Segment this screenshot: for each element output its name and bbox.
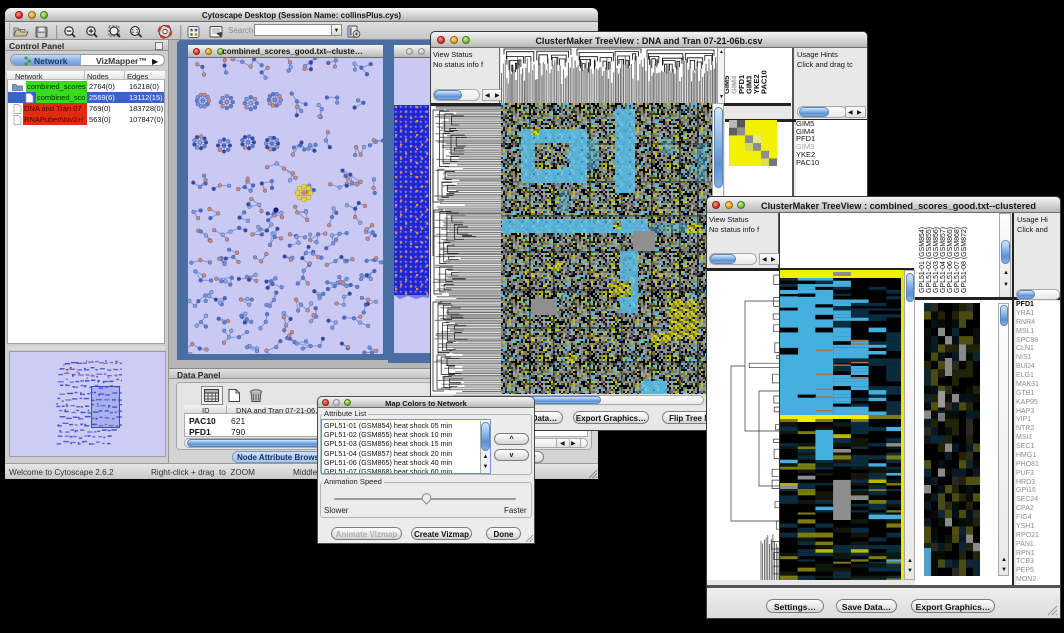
svg-text:GPL51-01 (GSM854): GPL51-01 (GSM854): [919, 227, 926, 293]
svg-text:GPL51-04 (GSM857): GPL51-04 (GSM857): [940, 227, 947, 293]
svg-text:1:1: 1:1: [132, 29, 139, 35]
svg-text:GPL51-07 (GSM868): GPL51-07 (GSM868): [954, 227, 961, 293]
svg-text:GPL51-02 (GSM855): GPL51-02 (GSM855): [926, 227, 933, 293]
svg-text:PAC10: PAC10: [760, 70, 769, 94]
svg-text:GPL51-06 (GSM865): GPL51-06 (GSM865): [947, 227, 954, 293]
svg-text:GPL51-08 (GSM872): GPL51-08 (GSM872): [961, 227, 968, 293]
svg-text:GPL51-03 (GSM856): GPL51-03 (GSM856): [933, 227, 940, 293]
